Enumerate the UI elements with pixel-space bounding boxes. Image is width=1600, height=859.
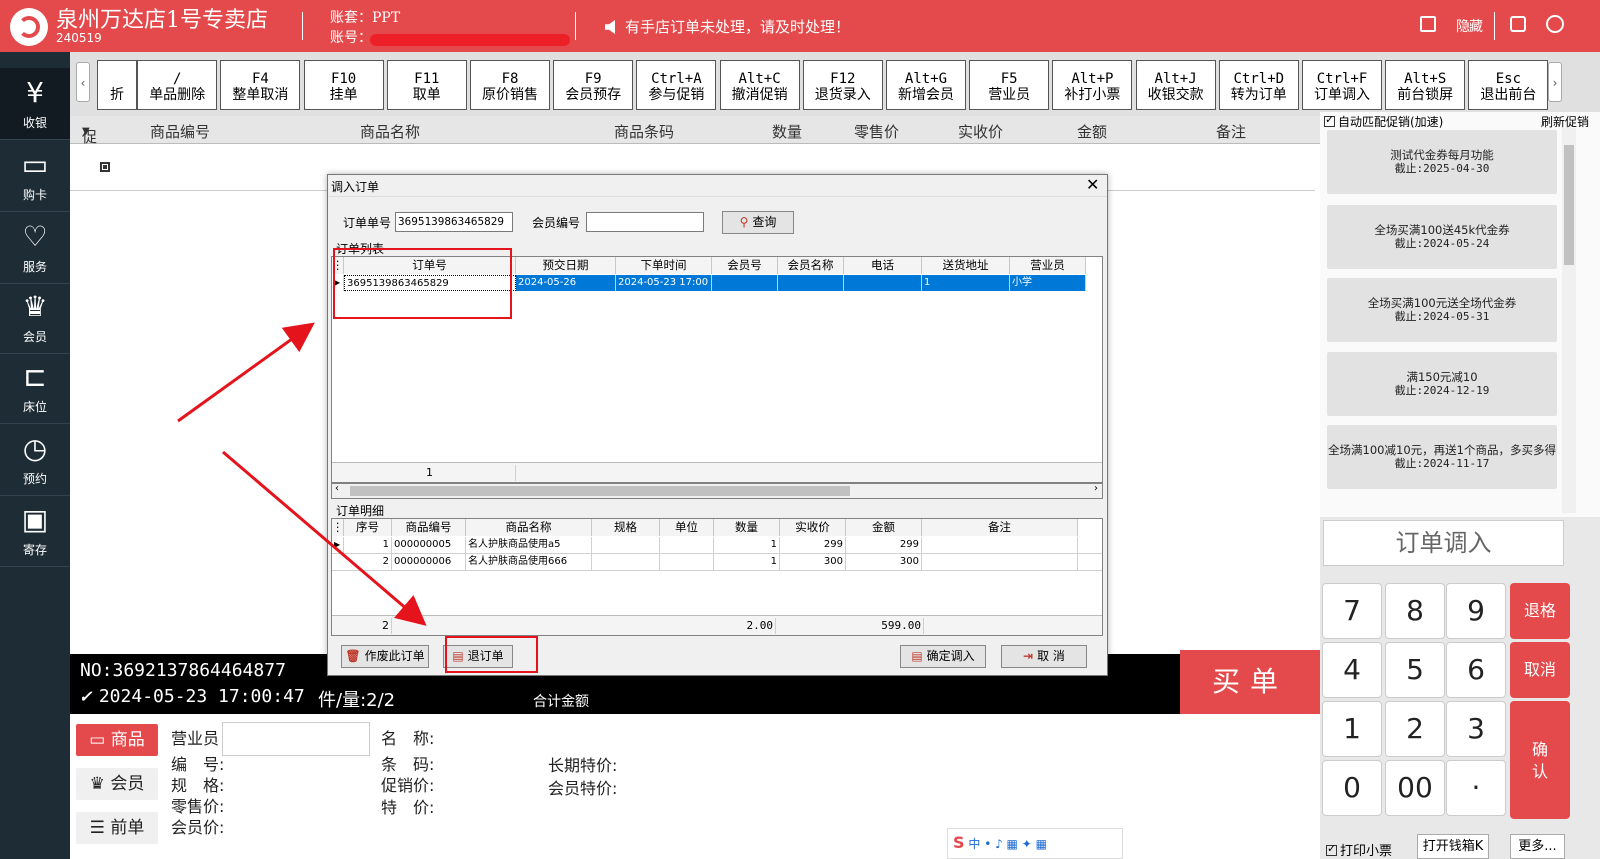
arrow-to-order-no	[177, 322, 315, 423]
annotation-arrows	[177, 322, 427, 626]
arrow-to-return-order	[222, 450, 427, 626]
